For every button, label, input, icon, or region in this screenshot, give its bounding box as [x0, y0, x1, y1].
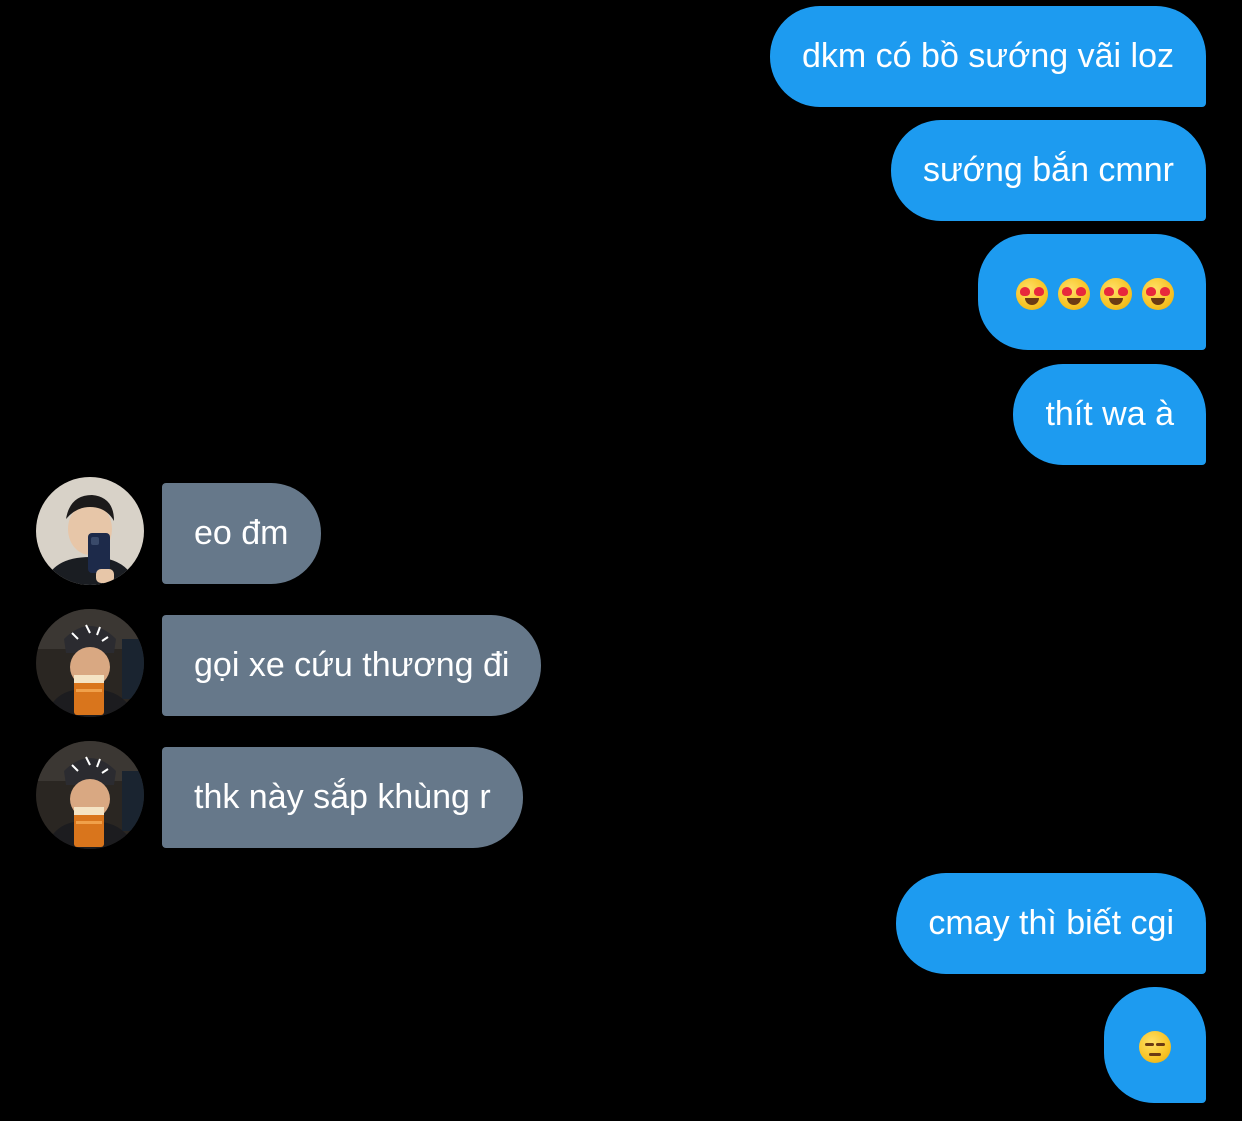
- avatar[interactable]: [36, 741, 144, 849]
- message-bubble-received[interactable]: thk này sắp khùng r: [162, 747, 523, 848]
- heart-eyes-emoji-icon: [1100, 278, 1132, 311]
- message-bubble-sent[interactable]: thít wa à: [1013, 364, 1206, 465]
- message-text: thít wa à: [1045, 395, 1174, 433]
- beer-glass-avatar-icon: [36, 741, 144, 849]
- message-text: thk này sắp khùng r: [194, 778, 491, 816]
- emoji-row: [1016, 278, 1174, 311]
- mirror-selfie-avatar-icon: [36, 477, 144, 585]
- heart-eyes-emoji-icon: [1142, 278, 1174, 311]
- message-text: sướng bắn cmnr: [922, 151, 1174, 189]
- emoji-row: [1139, 1031, 1171, 1064]
- message-text: gọi xe cứu thương đi: [194, 646, 510, 684]
- message-text: dkm có bồ sướng vãi loz: [802, 37, 1174, 75]
- message-bubble-sent[interactable]: sướng bắn cmnr: [890, 120, 1206, 221]
- message-bubble-sent[interactable]: dkm có bồ sướng vãi loz: [770, 6, 1206, 107]
- message-bubble-sent[interactable]: [978, 234, 1206, 350]
- beer-glass-avatar-icon: [36, 609, 144, 717]
- message-text: cmay thì biết cgi: [928, 904, 1174, 942]
- message-bubble-received[interactable]: gọi xe cứu thương đi: [162, 615, 542, 716]
- avatar[interactable]: [36, 477, 144, 585]
- avatar[interactable]: [36, 609, 144, 717]
- heart-eyes-emoji-icon: [1058, 278, 1090, 311]
- heart-eyes-emoji-icon: [1016, 278, 1048, 311]
- message-bubble-sent[interactable]: [1104, 987, 1206, 1103]
- message-bubble-sent[interactable]: cmay thì biết cgi: [896, 873, 1206, 974]
- message-text: eo đm: [194, 514, 289, 552]
- message-bubble-received[interactable]: eo đm: [162, 483, 321, 584]
- unamused-emoji-icon: [1139, 1031, 1171, 1064]
